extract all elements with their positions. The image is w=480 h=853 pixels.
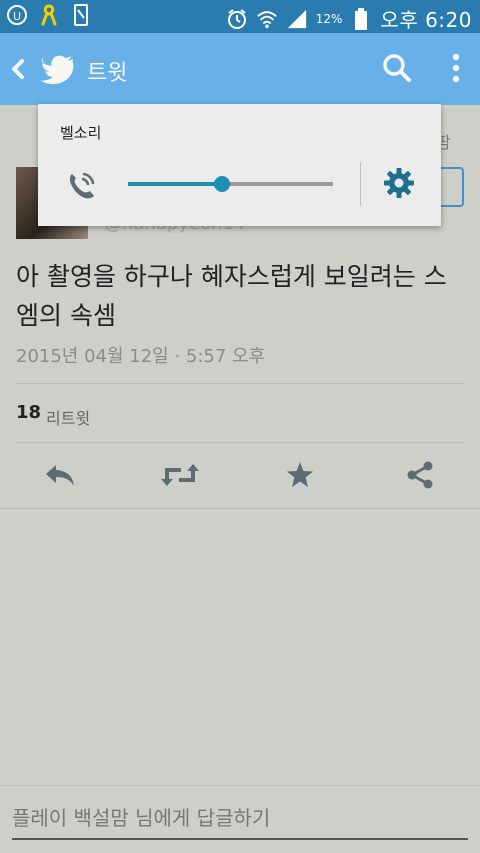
divider — [16, 383, 464, 384]
alarm-icon — [226, 8, 248, 30]
more-vert-icon[interactable] — [449, 51, 463, 87]
share-icon[interactable] — [400, 455, 440, 495]
battery-percent: 12% — [315, 11, 343, 26]
back-icon[interactable] — [8, 55, 28, 83]
battery-icon — [350, 7, 372, 30]
yellow-ribbon-icon — [38, 4, 60, 26]
tweet-text: 아 촬영을 하구나 혜자스럽게 보일려는 스엠의 속셈 — [16, 262, 447, 330]
twitter-bird-icon — [40, 51, 76, 87]
app-bar: 트윗 — [0, 33, 480, 105]
favorite-star-icon[interactable] — [280, 455, 320, 495]
status-bar: U 12% 오후 6:20 — [0, 0, 480, 33]
signal-icon — [286, 8, 308, 30]
tweet-date: 2015년 04월 12일 · 5:57 오후 — [16, 346, 266, 367]
reply-bar: 플레이 백설맘 님에게 답글하기 — [0, 785, 480, 853]
volume-popup: 벨소리 — [38, 104, 441, 226]
retweet-icon[interactable] — [160, 455, 200, 495]
status-time: 오후 6:20 — [380, 8, 472, 32]
ringtone-phone-icon — [66, 170, 98, 202]
volume-slider-fill — [128, 182, 223, 186]
reply-icon[interactable] — [40, 455, 80, 495]
tweet-actions — [0, 455, 480, 495]
volume-slider[interactable] — [128, 176, 333, 192]
volume-slider-thumb[interactable] — [214, 176, 231, 192]
settings-gear-icon[interactable] — [382, 166, 416, 200]
divider — [0, 508, 480, 509]
page-title: 트윗 — [87, 61, 128, 86]
divider — [16, 442, 464, 443]
search-icon[interactable] — [382, 53, 412, 83]
svg-text:U: U — [13, 10, 21, 23]
retweet-label[interactable]: 리트윗 — [46, 405, 90, 429]
volume-label: 벨소리 — [60, 124, 102, 142]
wifi-icon — [256, 8, 278, 30]
reply-input[interactable]: 플레이 백설맘 님에게 답글하기 — [12, 802, 270, 831]
divider — [360, 162, 361, 206]
u-plus-app-icon: U — [6, 4, 28, 26]
phone-device-icon — [70, 4, 92, 26]
retweet-count[interactable]: 18 — [16, 402, 41, 423]
reply-input-underline — [12, 838, 468, 840]
